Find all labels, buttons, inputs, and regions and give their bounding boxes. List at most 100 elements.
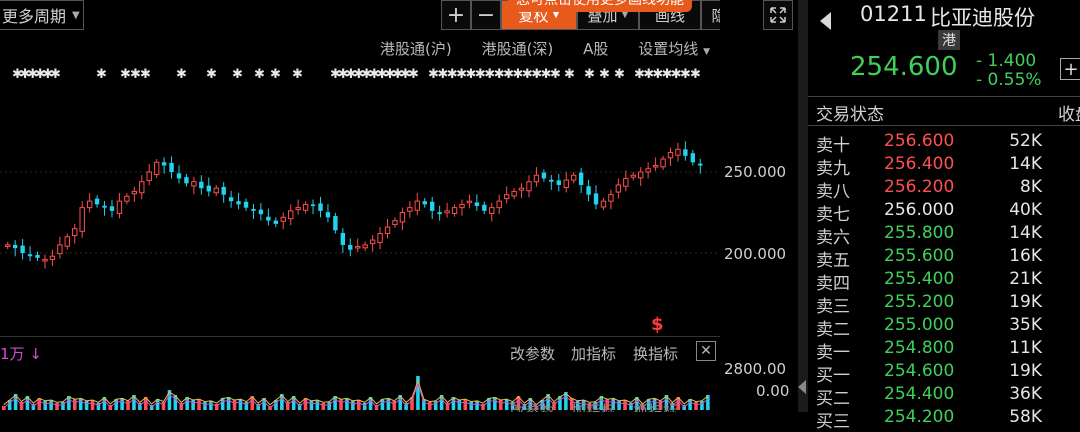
order-price: 256.600 — [884, 131, 955, 151]
expand-icon[interactable] — [763, 0, 793, 30]
candle-body — [377, 233, 383, 244]
candle-body — [399, 212, 406, 223]
event-marker[interactable]: ✱ — [292, 67, 303, 82]
order-book-row[interactable]: 卖一 254.800 11K — [808, 338, 1080, 363]
candle-body — [698, 163, 703, 166]
order-price: 254.400 — [884, 384, 955, 404]
edit-params-button[interactable]: 改参数 — [510, 343, 555, 364]
hk-connect-sh-link[interactable]: 港股通(沪) — [380, 38, 452, 59]
order-book-row[interactable]: 买二 254.400 36K — [808, 384, 1080, 409]
zoom-out-button[interactable]: − — [471, 0, 501, 30]
ma-settings-button[interactable]: 设置均线 ▼ — [638, 38, 710, 59]
order-volume: 36K — [1009, 384, 1042, 404]
change-indicator-button-2[interactable]: 换指标 — [633, 402, 678, 412]
candle-body — [407, 207, 413, 212]
trade-status-row: 交易状态 收盘 — [808, 96, 1080, 126]
event-marker[interactable]: ✱ — [254, 67, 265, 82]
add-indicator-button-2[interactable]: 加指标 — [571, 402, 616, 412]
volume-header: 1万 ↓ 改参数 加指标 换指标 ✕ — [0, 336, 720, 366]
order-book-row[interactable]: 卖六 255.800 14K — [808, 223, 1080, 248]
candle-body — [251, 208, 256, 211]
close-icon[interactable]: ✕ — [696, 341, 716, 361]
candle-body — [586, 186, 591, 195]
order-level-label: 卖七 — [816, 205, 850, 225]
order-volume: 11K — [1009, 338, 1042, 358]
event-marker[interactable]: ✱ — [550, 67, 561, 82]
market-tag: 港 — [938, 30, 960, 50]
candle-body — [333, 216, 338, 231]
event-marker[interactable]: ✱ — [140, 67, 151, 82]
order-volume: 14K — [1009, 154, 1042, 174]
collapse-arrow-icon[interactable] — [798, 380, 806, 394]
event-marker[interactable]: ✱ — [232, 67, 243, 82]
candle-body — [615, 184, 622, 193]
event-marker[interactable]: ✱ — [176, 67, 187, 82]
candle-body — [221, 186, 226, 195]
candle-body — [675, 148, 681, 156]
candle-body — [660, 158, 666, 168]
candle-body — [258, 209, 264, 215]
order-book-row[interactable]: 卖八 256.200 8K — [808, 177, 1080, 202]
candle-body — [444, 210, 450, 214]
candle-body — [563, 179, 569, 189]
event-marker[interactable]: ✱ — [584, 67, 595, 82]
order-level-label: 卖一 — [816, 343, 850, 363]
candle-body — [35, 254, 40, 258]
event-marker[interactable]: ✱ — [564, 67, 575, 82]
zoom-in-button[interactable]: + — [441, 0, 471, 30]
price-change-pct: - 0.55% — [976, 70, 1042, 90]
candle-body — [79, 207, 85, 232]
event-marker[interactable]: ✱ — [206, 67, 217, 82]
order-book-row[interactable]: 卖五 255.600 16K — [808, 246, 1080, 271]
candle-body — [570, 174, 577, 181]
draw-hint-tooltip[interactable]: 您可点击使用更多画线功能 — [508, 0, 692, 12]
y-tick-200: 200.000 — [724, 245, 787, 263]
order-price: 255.800 — [884, 223, 955, 243]
candle-body — [176, 173, 182, 179]
panel-divider[interactable] — [798, 0, 808, 412]
event-marker[interactable]: ✱ — [408, 67, 419, 82]
prev-stock-arrow-icon[interactable] — [820, 12, 831, 30]
order-book-row[interactable]: 买一 254.600 19K — [808, 361, 1080, 386]
candle-body — [593, 193, 599, 205]
candle-body — [228, 197, 234, 202]
event-marker[interactable]: ✱ — [96, 67, 107, 82]
stock-name: 比亚迪股份 — [930, 6, 1035, 30]
order-volume: 16K — [1009, 246, 1042, 266]
order-book-row[interactable]: 卖七 256.000 40K — [808, 200, 1080, 225]
a-share-link[interactable]: A股 — [583, 38, 608, 59]
candle-body — [206, 185, 211, 192]
candle-body — [49, 255, 56, 260]
candle-body — [638, 171, 644, 179]
event-marker[interactable]: ✱ — [614, 67, 625, 82]
candle-body — [690, 153, 696, 163]
order-book-row[interactable]: 买三 254.200 58K — [808, 407, 1080, 432]
period-selector[interactable]: 更多周期 ▼ — [0, 0, 84, 30]
order-book-row[interactable]: 卖四 255.400 21K — [808, 269, 1080, 294]
order-book-row[interactable]: 卖十 256.600 52K — [808, 131, 1080, 156]
dividend-marker[interactable]: $ — [651, 314, 664, 335]
event-marker[interactable]: ✱ — [690, 67, 701, 82]
add-indicator-button[interactable]: 加指标 — [571, 343, 616, 364]
chevron-down-icon: ▼ — [703, 47, 710, 57]
candle-body — [362, 244, 368, 249]
price-axis: 250.000 200.000 2800.00 0.00 — [720, 0, 798, 412]
order-book-row[interactable]: 卖三 255.200 19K — [808, 292, 1080, 317]
change-indicator-button[interactable]: 换指标 — [633, 343, 678, 364]
event-marker[interactable]: ✱ — [270, 67, 281, 82]
hk-connect-sz-link[interactable]: 港股通(深) — [482, 38, 554, 59]
order-book-row[interactable]: 卖九 256.400 14K — [808, 154, 1080, 179]
candle-body — [489, 207, 495, 214]
order-level-label: 买二 — [816, 389, 850, 409]
candle-body — [325, 212, 331, 218]
event-marker[interactable]: ✱ — [599, 67, 610, 82]
event-marker[interactable]: ✱ — [50, 67, 61, 82]
candle-body — [414, 200, 420, 211]
edit-params-button-2[interactable]: 改参数 — [510, 402, 555, 412]
candle-body — [549, 179, 554, 182]
order-price: 255.600 — [884, 246, 955, 266]
order-book-row[interactable]: 卖二 255.000 35K — [808, 315, 1080, 340]
add-watchlist-button[interactable]: + — [1060, 58, 1080, 80]
period-label: 更多周期 — [2, 7, 67, 26]
order-level-label: 卖十 — [816, 136, 850, 156]
